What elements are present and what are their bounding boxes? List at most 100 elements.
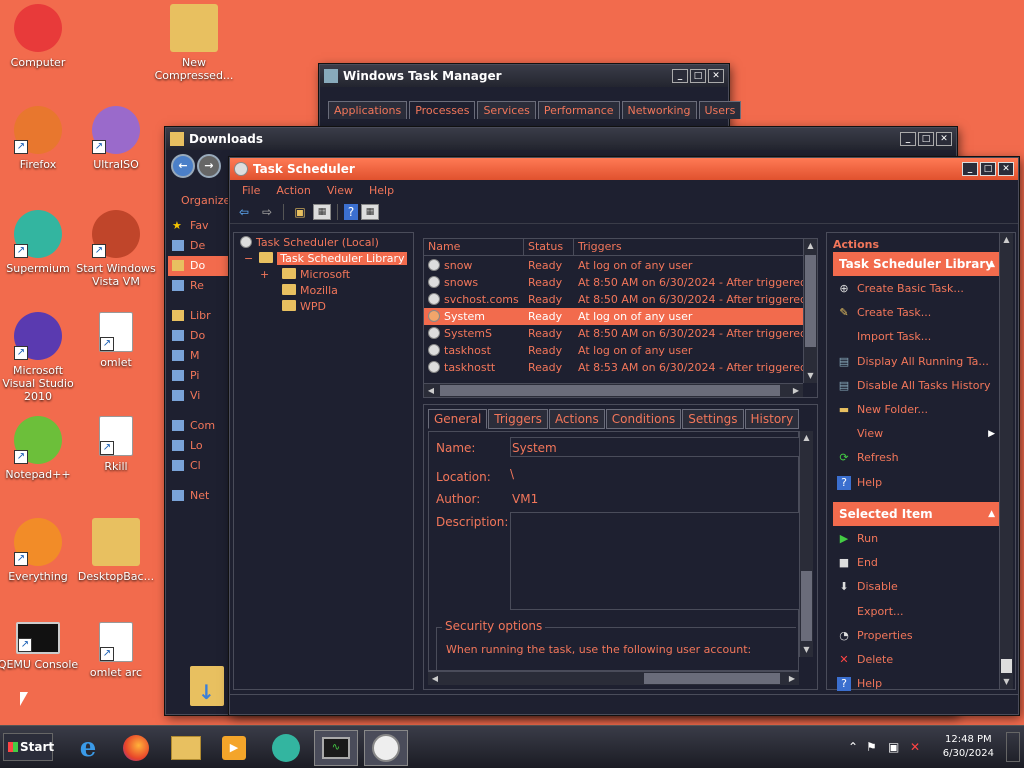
- action-end[interactable]: ■ End: [833, 552, 999, 574]
- maximize-button[interactable]: □: [918, 132, 934, 146]
- nav-item[interactable]: Do: [168, 256, 230, 276]
- collapse-icon[interactable]: ▲: [988, 252, 995, 276]
- taskbar-supermium[interactable]: [264, 730, 308, 766]
- show-hide-console-icon[interactable]: ▦: [313, 203, 331, 220]
- back-arrow-icon[interactable]: ⇦: [234, 203, 254, 221]
- tree-folder-wpd[interactable]: WPD: [262, 299, 326, 315]
- organize-button[interactable]: Organize: [181, 194, 230, 207]
- task-scheduler-window[interactable]: Task Scheduler _ □ ✕ File Action View Help …: [229, 157, 1019, 715]
- task-manager-titlebar[interactable]: Windows Task Manager _ □ ✕: [320, 65, 728, 87]
- forward-button[interactable]: →: [197, 154, 221, 178]
- detail-hscroll[interactable]: ◀ ▶: [428, 671, 799, 685]
- action-import-task[interactable]: Import Task...: [833, 326, 999, 348]
- nav-item[interactable]: Libr: [168, 306, 230, 326]
- scroll-right-icon[interactable]: ▶: [789, 384, 803, 397]
- menu-action[interactable]: Action: [268, 184, 318, 197]
- scroll-down-icon[interactable]: ▼: [1000, 675, 1013, 689]
- folder-up-icon[interactable]: ▣: [290, 203, 310, 221]
- help-icon[interactable]: ?: [344, 203, 358, 220]
- nav-item[interactable]: Com: [168, 416, 230, 436]
- nav-item[interactable]: Cl: [168, 456, 230, 476]
- scroll-thumb[interactable]: [644, 673, 780, 684]
- tab-history[interactable]: History: [744, 409, 800, 429]
- action-disable[interactable]: ⬇ Disable: [833, 576, 999, 598]
- maximize-button[interactable]: □: [980, 162, 996, 176]
- nav-item[interactable]: M: [168, 346, 230, 366]
- taskbar-media[interactable]: ▶: [212, 730, 256, 766]
- maximize-button[interactable]: □: [690, 69, 706, 83]
- nav-item[interactable]: Vi: [168, 386, 230, 406]
- action-run[interactable]: ▶ Run: [833, 528, 999, 550]
- nav-item[interactable]: Net: [168, 486, 230, 506]
- section-task-scheduler-library[interactable]: Task Scheduler Library ▲: [833, 252, 1003, 276]
- action-help[interactable]: ? Help: [833, 472, 999, 494]
- column-header-status[interactable]: Status: [524, 239, 574, 255]
- task-list-hscroll[interactable]: ◀ ▶: [424, 383, 803, 397]
- show-desktop-button[interactable]: [1006, 732, 1020, 762]
- description-field[interactable]: [510, 512, 800, 610]
- scroll-left-icon[interactable]: ◀: [424, 384, 438, 397]
- scroll-thumb[interactable]: [805, 255, 816, 347]
- action-display-all-running-ta[interactable]: ▤ Display All Running Ta...: [833, 351, 999, 373]
- task-list-vscroll[interactable]: ▲ ▼: [803, 239, 817, 383]
- tree-folder-microsoft[interactable]: + Microsoft: [260, 267, 350, 283]
- scroll-left-icon[interactable]: ◀: [428, 672, 442, 685]
- close-button[interactable]: ✕: [998, 162, 1014, 176]
- menu-file[interactable]: File: [234, 184, 268, 197]
- action-create-task[interactable]: ✎ Create Task...: [833, 302, 999, 324]
- desktop-icon[interactable]: ↗ omlet: [74, 312, 158, 369]
- scroll-thumb[interactable]: [440, 385, 780, 396]
- tab-triggers[interactable]: Triggers: [488, 409, 548, 429]
- task-manager-window[interactable]: Windows Task Manager _ □ ✕ Applications P…: [319, 64, 742, 134]
- minimize-button[interactable]: _: [962, 162, 978, 176]
- tab-users[interactable]: Users: [698, 101, 742, 119]
- tab-conditions[interactable]: Conditions: [605, 409, 682, 429]
- taskbar-task-scheduler[interactable]: [364, 730, 408, 766]
- column-header-triggers[interactable]: Triggers: [574, 239, 804, 255]
- expand-icon[interactable]: +: [260, 267, 269, 283]
- flag-icon[interactable]: ⚑: [866, 740, 877, 754]
- tab-performance[interactable]: Performance: [537, 101, 620, 119]
- desktop-icon[interactable]: ↗ Notepad++: [0, 416, 80, 481]
- tab-networking[interactable]: Networking: [621, 101, 697, 119]
- nav-item[interactable]: De: [168, 236, 230, 256]
- tab-applications[interactable]: Applications: [328, 101, 408, 119]
- downloads-titlebar[interactable]: Downloads _ □ ✕: [166, 128, 956, 150]
- column-header-name[interactable]: Name: [424, 239, 524, 255]
- taskbar-firefox[interactable]: [114, 730, 158, 766]
- task-scheduler-titlebar[interactable]: Task Scheduler _ □ ✕: [230, 158, 1018, 180]
- start-button[interactable]: Start: [3, 733, 54, 761]
- table-row[interactable]: svchost.coms Ready At 8:50 AM on 6/30/2024…: [424, 291, 803, 308]
- action-help[interactable]: ? Help: [833, 673, 999, 695]
- action-create-basic-task[interactable]: ⊕ Create Basic Task...: [833, 278, 999, 300]
- desktop-icon[interactable]: ↗ QEMU Console: [0, 622, 80, 671]
- tab-actions[interactable]: Actions: [548, 409, 605, 429]
- table-row[interactable]: snow Ready At log on of any user: [424, 257, 803, 274]
- scroll-right-icon[interactable]: ▶: [785, 672, 799, 685]
- forward-arrow-icon[interactable]: ⇨: [257, 203, 277, 221]
- table-row[interactable]: SystemS Ready At 8:50 AM on 6/30/2024 - Af…: [424, 325, 803, 342]
- clock[interactable]: 12:48 PM 6/30/2024: [943, 733, 994, 761]
- desktop-icon[interactable]: ↗ Firefox: [0, 106, 80, 171]
- action-view[interactable]: View ▶: [833, 423, 999, 445]
- scroll-up-icon[interactable]: ▲: [804, 239, 817, 253]
- action-refresh[interactable]: ⟳ Refresh: [833, 447, 999, 469]
- table-row[interactable]: taskhost Ready At log on of any user: [424, 342, 803, 359]
- desktop-icon[interactable]: New Compressed...: [152, 4, 236, 82]
- desktop-icon[interactable]: ↗ Everything: [0, 518, 80, 583]
- action-new-folder[interactable]: ▬ New Folder...: [833, 399, 999, 421]
- tree-root[interactable]: Task Scheduler (Local): [240, 235, 379, 251]
- back-button[interactable]: ←: [171, 154, 195, 178]
- desktop-icon[interactable]: ↗ Supermium: [0, 210, 80, 275]
- nav-item[interactable]: Re: [168, 276, 230, 296]
- tree-folder-mozilla[interactable]: Mozilla: [262, 283, 338, 299]
- tab-services[interactable]: Services: [477, 101, 536, 119]
- scroll-thumb[interactable]: [1001, 659, 1012, 673]
- desktop-icon[interactable]: ↗ UltraISO: [74, 106, 158, 171]
- nav-item[interactable]: ★ Fav: [168, 216, 230, 236]
- minimize-button[interactable]: _: [900, 132, 916, 146]
- volume-muted-icon[interactable]: ✕: [910, 740, 920, 754]
- menu-view[interactable]: View: [319, 184, 361, 197]
- action-export[interactable]: Export...: [833, 601, 999, 623]
- desktop-icon[interactable]: Computer: [0, 4, 80, 69]
